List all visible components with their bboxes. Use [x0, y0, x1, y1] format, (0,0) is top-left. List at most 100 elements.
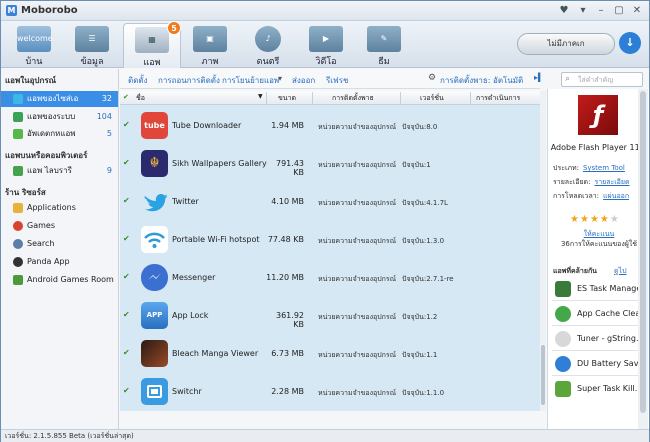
nav-theme-button[interactable]: ✎ ธีม	[355, 23, 413, 68]
column-version[interactable]: เวอร์ชั่น	[420, 93, 444, 104]
table-row[interactable]: ✔ Messenger 11.20 MB หน่วยความจำของอุปกร…	[120, 258, 540, 296]
app-location: หน่วยความจำของอุปกรณ์	[318, 313, 397, 321]
apps-update-badge: 5	[167, 21, 181, 35]
column-size[interactable]: ขนาด	[278, 93, 296, 104]
move-apps-dropdown-icon[interactable]: ▾	[278, 74, 282, 83]
list-scrollbar[interactable]	[540, 91, 546, 411]
column-separator	[312, 92, 313, 104]
app-size: 6.73 MB	[271, 349, 304, 358]
window-title: Moborobo	[21, 5, 78, 16]
divider	[552, 325, 646, 326]
minimize-button[interactable]: –	[593, 4, 609, 17]
star-icon: ★	[599, 214, 610, 225]
detail-screens-link[interactable]: แผ่นออก	[603, 192, 629, 200]
nav-apps-label: แอพ	[143, 58, 161, 68]
user-apps-icon	[13, 94, 23, 104]
detail-scrollbar[interactable]	[638, 89, 648, 429]
similar-app-item[interactable]: Super Task Kill...	[553, 378, 648, 400]
search-input[interactable]: ⌕ ใส่คำสำคัญ	[561, 72, 643, 87]
nav-video-label: วิดีโอ	[315, 57, 337, 67]
app-location: หน่วยความจำของอุปกรณ์	[318, 161, 397, 169]
nav-apps-button[interactable]: ▦ แอพ 5	[123, 21, 181, 68]
device-status-pill[interactable]: ไม่มีภาคเก	[517, 33, 615, 55]
divider	[552, 350, 646, 351]
photos-icon: ▣	[193, 26, 227, 52]
sidebar-item-system-apps[interactable]: แอพของระบบ 104	[1, 109, 118, 125]
column-actions[interactable]: การดำเนินการ	[476, 93, 520, 104]
column-name[interactable]: ชื่อ	[136, 93, 145, 104]
star-icon: ★	[579, 214, 590, 225]
menu-dropdown-icon[interactable]: ▾	[575, 4, 591, 17]
sidebar-item-panda-app[interactable]: Panda App	[1, 254, 118, 270]
table-row[interactable]: ✔ Portable Wi-Fi hotspot 77.48 KB หน่วยค…	[120, 220, 540, 258]
sidebar-item-games[interactable]: Games	[1, 218, 118, 234]
rating-count: 36การให้คะแนนของผู้ใช้	[560, 240, 638, 248]
table-row[interactable]: ✔ Bleach Manga Viewer 6.73 MB หน่วยความจ…	[120, 334, 540, 372]
sidebar-item-app-library[interactable]: แอพ ไลบรารี 9	[1, 163, 118, 179]
contacts-icon: ☰	[75, 26, 109, 52]
install-link[interactable]: ติดตั้ง	[128, 74, 148, 87]
app-location: หน่วยความจำของอุปกรณ์	[318, 199, 397, 207]
row-checkbox[interactable]: ✔	[123, 159, 131, 167]
table-row[interactable]: ✔ tube Tube Downloader 1.94 MB หน่วยความ…	[120, 106, 540, 144]
row-checkbox[interactable]: ✔	[123, 273, 131, 281]
similar-app-name: ES Task Manager...	[577, 284, 647, 293]
search-icon	[13, 239, 23, 249]
nav-contacts-button[interactable]: ☰ ข้อมูล	[63, 23, 121, 68]
export-link[interactable]: ส่งออก	[292, 74, 315, 87]
list-scrollbar-thumb[interactable]	[541, 345, 545, 405]
install-path-selector[interactable]: การติดตั้งพาธ: อัตโนมัติ	[440, 74, 523, 87]
nav-video-button[interactable]: ▶ วิดีโอ	[297, 23, 355, 68]
nav-home-button[interactable]: welcome บ้าน	[5, 23, 63, 68]
sidebar-section-resources: ร้าน ริซอร์ส	[5, 188, 46, 197]
row-checkbox[interactable]: ✔	[123, 235, 131, 243]
column-install-path[interactable]: การติดตั้งพาธ	[332, 93, 374, 104]
row-checkbox[interactable]: ✔	[123, 121, 131, 129]
star-icon: ★	[570, 214, 580, 225]
collapse-panel-icon[interactable]: ▸▍	[534, 73, 544, 82]
theme-icon: ✎	[367, 26, 401, 52]
row-checkbox[interactable]: ✔	[123, 197, 131, 205]
uninstall-link[interactable]: การถอนการติดตั้ง	[158, 74, 220, 87]
maximize-button[interactable]: ▢	[611, 4, 627, 17]
table-row[interactable]: ✔ APP App Lock 361.92 KB หน่วยความจำของอ…	[120, 296, 540, 334]
row-checkbox[interactable]: ✔	[123, 387, 131, 395]
sidebar-item-user-apps[interactable]: แอพของไซส่เอ 32	[1, 91, 118, 107]
settings-gear-icon[interactable]: ⚙	[428, 73, 436, 83]
detail-type: ประเภท: System Tool	[553, 163, 625, 174]
detail-description-link[interactable]: รายละเอียด	[594, 178, 629, 186]
refresh-link[interactable]: รีเฟรช	[326, 74, 348, 87]
sidebar-item-label: Applications	[27, 203, 76, 212]
similar-app-item[interactable]: Tuner - gString...	[553, 328, 648, 350]
nav-music-button[interactable]: ♪ ดนตรี	[239, 23, 297, 68]
select-all-checkbox[interactable]: ✔	[123, 93, 129, 101]
detail-screens: การโหลดเวลา: แผ่นออก	[553, 191, 629, 202]
move-apps-link[interactable]: การโยนย้ายแอพ	[222, 74, 279, 87]
detail-type-value[interactable]: System Tool	[583, 164, 625, 172]
table-row[interactable]: ✔ Twitter 4.10 MB หน่วยความจำของอุปกรณ์ …	[120, 182, 540, 220]
sidebar-item-search[interactable]: Search	[1, 236, 118, 252]
similar-app-item[interactable]: ES Task Manager...	[553, 278, 648, 300]
main-toolbar: welcome บ้าน ☰ ข้อมูล ▦ แอพ 5 ▣ ภาพ ♪ ดน…	[1, 21, 649, 68]
table-row[interactable]: ✔ ☬ Sikh Wallpapers Gallery 791.43 KB หน…	[120, 144, 540, 182]
close-button[interactable]: ✕	[629, 4, 645, 17]
app-name: App Lock	[172, 311, 209, 320]
similar-apps-more-link[interactable]: ดูไป	[614, 266, 627, 277]
updates-icon	[13, 129, 23, 139]
sidebar-item-android-games-room[interactable]: Android Games Room	[1, 272, 118, 288]
favorite-icon[interactable]: ♥	[556, 4, 572, 17]
similar-apps-title: แอพที่คล้ายกัน	[553, 267, 597, 275]
similar-app-item[interactable]: App Cache Clean...	[553, 303, 648, 325]
nav-music-label: ดนตรี	[256, 57, 280, 67]
nav-photos-button[interactable]: ▣ ภาพ	[181, 23, 239, 68]
download-icon[interactable]: ↓	[619, 32, 641, 54]
row-checkbox[interactable]: ✔	[123, 349, 131, 357]
row-checkbox[interactable]: ✔	[123, 311, 131, 319]
detail-scrollbar-thumb[interactable]	[640, 91, 646, 413]
rating-stars: ★★★★★	[570, 214, 620, 225]
sidebar-item-applications[interactable]: Applications	[1, 200, 118, 216]
sidebar-item-app-updates[interactable]: อัพเดตกหแอพ 5	[1, 126, 118, 142]
table-row[interactable]: ✔ Switchr 2.28 MB หน่วยความจำของอุปกรณ์ …	[120, 372, 540, 410]
app-name: Switchr	[172, 387, 202, 396]
similar-app-item[interactable]: DU Battery Save...	[553, 353, 648, 375]
